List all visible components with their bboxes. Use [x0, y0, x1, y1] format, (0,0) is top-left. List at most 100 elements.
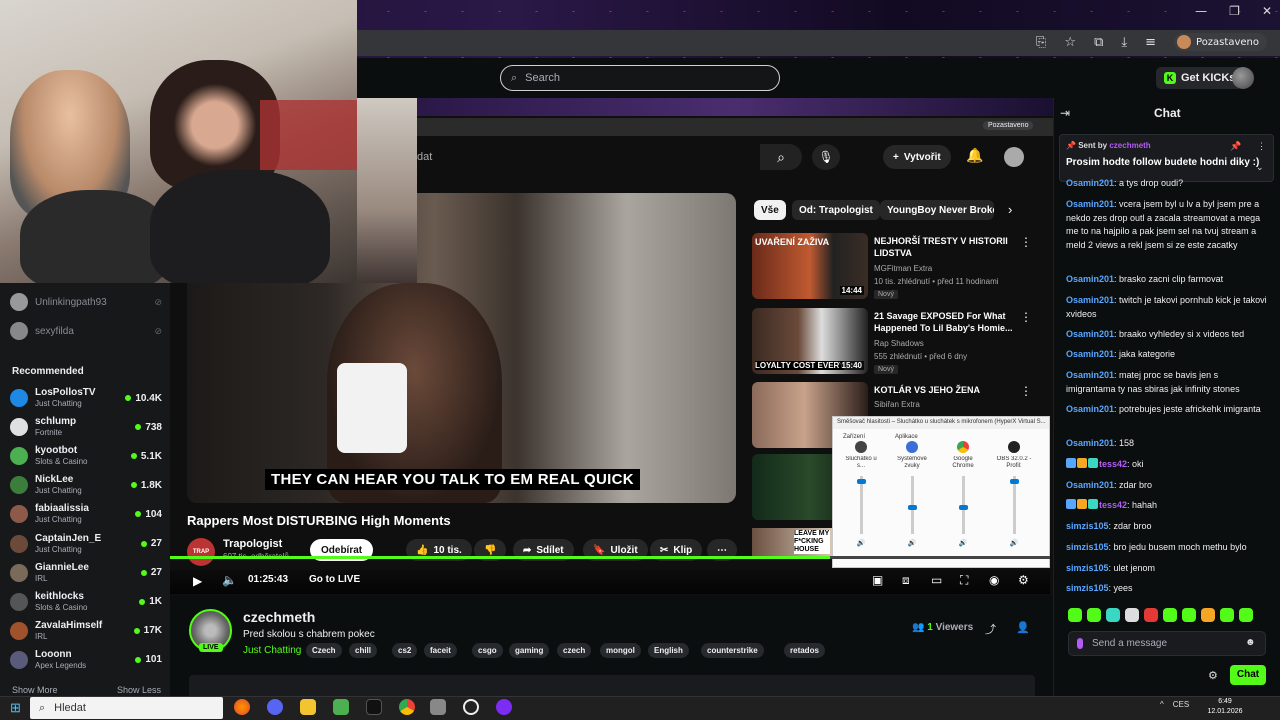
play-icon[interactable]: ▶ — [193, 574, 202, 588]
theater-icon[interactable]: ▣ — [872, 573, 883, 587]
speaker-icon[interactable]: 🔊 — [994, 540, 1034, 547]
volume-slider-knob[interactable] — [907, 505, 917, 510]
pinned-by-user[interactable]: czechmeth — [1109, 141, 1150, 150]
tag-chip[interactable]: cs2 — [392, 643, 418, 658]
chat-username[interactable]: Osamin201 — [1066, 295, 1114, 305]
tag-chip[interactable]: English — [648, 643, 689, 658]
show-more-button[interactable]: Show More — [12, 685, 58, 695]
chat-username[interactable]: simzis105 — [1066, 542, 1109, 552]
unpin-icon[interactable]: 📌 — [1230, 141, 1241, 152]
followed-channel[interactable]: Unlinkingpath93 ⊘ — [10, 288, 162, 316]
tiktok-icon[interactable] — [366, 699, 382, 715]
chrome-icon[interactable] — [399, 699, 415, 715]
volume-slider[interactable] — [856, 476, 866, 534]
recommended-channel[interactable]: schlump Fortnite 738 — [10, 413, 162, 441]
speaker-icon[interactable]: 🔊 — [892, 540, 932, 547]
chat-username[interactable]: Osamin201 — [1066, 274, 1114, 284]
follow-icon[interactable]: 👤 — [1016, 621, 1030, 634]
volume-mixer-window[interactable]: Směšovač hlasitosti – Sluchátko u sluchá… — [832, 416, 1050, 568]
volume-slider[interactable] — [1009, 476, 1019, 534]
volume-slider[interactable] — [958, 476, 968, 534]
fullscreen-icon[interactable]: ⛶ — [960, 573, 968, 588]
volume-slider-knob[interactable] — [1009, 479, 1019, 484]
volume-slider-knob[interactable] — [856, 479, 866, 484]
chat-input[interactable]: Send a message — [1068, 631, 1266, 656]
emote-icon[interactable] — [1163, 608, 1177, 622]
notepad-icon[interactable] — [333, 699, 349, 715]
extensions-icon[interactable]: ⧉ — [1094, 35, 1103, 50]
chat-username[interactable]: simzis105 — [1066, 563, 1109, 573]
translate-icon[interactable]: ⎘ — [1036, 35, 1046, 50]
collapse-chat-icon[interactable]: ⇥ — [1060, 106, 1070, 120]
recommended-channel[interactable]: fabiaalissia Just Chatting 104 — [10, 500, 162, 528]
volume-slider-knob[interactable] — [958, 505, 968, 510]
chevron-up-icon[interactable]: ^ — [1160, 700, 1164, 709]
recommended-channel[interactable]: keithlocks Slots & Casino 1K — [10, 588, 162, 616]
chat-username[interactable]: Osamin201 — [1066, 370, 1114, 380]
tag-chip[interactable]: retados — [784, 643, 825, 658]
language-indicator[interactable]: CES — [1173, 700, 1189, 709]
chat-username[interactable]: Osamin201 — [1066, 178, 1114, 188]
recommended-channel[interactable]: LosPollosTV Just Chatting 10.4K — [10, 384, 162, 412]
emote-icon[interactable] — [1068, 608, 1082, 622]
share-icon[interactable]: ⤴ — [985, 621, 996, 637]
emote-icon[interactable] — [1125, 608, 1139, 622]
emote-icon[interactable] — [1087, 608, 1101, 622]
recommended-channel[interactable]: ZavalaHimself IRL 17K — [10, 617, 162, 645]
profile-button[interactable]: Pozastaveno — [1174, 33, 1267, 51]
emote-icon[interactable] — [1220, 608, 1234, 622]
close-icon[interactable]: ✕ — [1262, 4, 1272, 18]
chat-settings-icon[interactable]: ⚙ — [1208, 669, 1218, 682]
emote-icon[interactable] — [1201, 608, 1215, 622]
emoji-icon[interactable]: ☻ — [1245, 637, 1256, 648]
tag-chip[interactable]: chill — [349, 643, 378, 658]
tag-chip[interactable]: czech — [557, 643, 592, 658]
emote-icon[interactable] — [1239, 608, 1253, 622]
firefox-icon[interactable] — [234, 699, 250, 715]
tag-chip[interactable]: gaming — [509, 643, 550, 658]
download-icon[interactable]: ⤓ — [1121, 35, 1127, 50]
volume-slider[interactable] — [907, 476, 917, 534]
tag-chip[interactable]: faceit — [424, 643, 457, 658]
more-icon[interactable]: ⋮ — [1257, 141, 1266, 152]
recommended-channel[interactable]: CaptainJen_E Just Chatting 27 — [10, 530, 162, 558]
star-icon[interactable]: ☆ — [1064, 35, 1076, 50]
show-less-button[interactable]: Show Less — [117, 685, 161, 695]
chat-username[interactable]: simzis105 — [1066, 521, 1109, 531]
volume-icon[interactable]: 🔈 — [222, 573, 237, 587]
emote-icon[interactable] — [1182, 608, 1196, 622]
clip-record-icon[interactable]: ◉ — [989, 573, 999, 587]
stream-category[interactable]: Just Chatting — [243, 645, 301, 656]
recommended-channel[interactable]: NickLee Just Chatting 1.8K — [10, 471, 162, 499]
windows-start-icon[interactable]: ⊞ — [10, 700, 21, 716]
restore-icon[interactable]: ❐ — [1229, 4, 1240, 18]
app-icon[interactable] — [496, 699, 512, 715]
chat-username[interactable]: Osamin201 — [1066, 480, 1114, 490]
chat-username[interactable]: Osamin201 — [1066, 329, 1114, 339]
chat-username[interactable]: Osamin201 — [1066, 349, 1114, 359]
tag-chip[interactable]: Czech — [306, 643, 342, 658]
go-to-live-button[interactable]: Go to LIVE — [309, 574, 360, 585]
discord-icon[interactable] — [267, 699, 283, 715]
send-chat-button[interactable]: Chat — [1230, 665, 1266, 685]
emote-icon[interactable] — [1106, 608, 1120, 622]
obs-icon[interactable] — [463, 699, 479, 715]
speaker-icon[interactable]: 🔊 — [943, 540, 983, 547]
chat-username[interactable]: simzis105 — [1066, 583, 1109, 593]
followed-channel[interactable]: sexyfilda ⊘ — [10, 317, 162, 345]
chat-username[interactable]: Osamin201 — [1066, 438, 1114, 448]
chat-username[interactable]: tess42 — [1099, 459, 1127, 469]
chat-username[interactable]: Osamin201 — [1066, 199, 1114, 209]
pip-icon[interactable]: ⧈ — [902, 573, 910, 588]
shield-icon[interactable] — [430, 699, 446, 715]
chat-username[interactable]: tess42 — [1099, 500, 1127, 510]
taskbar-search[interactable]: ⌕ Hledat — [30, 697, 223, 719]
get-kicks-button[interactable]: K Get KICKs — [1156, 67, 1244, 89]
recommended-channel[interactable]: GiannieLee IRL 27 — [10, 559, 162, 587]
speaker-icon[interactable]: 🔊 — [841, 540, 881, 547]
chat-username[interactable]: Osamin201 — [1066, 404, 1114, 414]
chevron-down-icon[interactable]: ⌄ — [1256, 162, 1264, 173]
recommended-channel[interactable]: kyootbot Slots & Casino 5.1K — [10, 442, 162, 470]
media-icon[interactable]: ≡ — [1145, 35, 1156, 50]
settings-icon[interactable]: ⚙ — [1018, 573, 1029, 587]
